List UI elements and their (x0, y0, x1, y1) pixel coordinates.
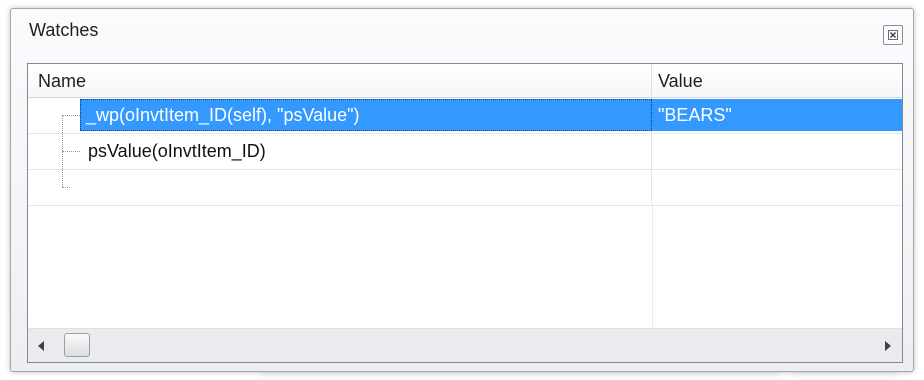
titlebar: Watches (11, 9, 913, 45)
watch-value-cell[interactable] (652, 134, 902, 169)
close-icon (888, 30, 898, 40)
scroll-left-arrow-icon (38, 341, 44, 351)
watch-value-cell[interactable]: "BEARS" (652, 99, 902, 131)
scroll-right-arrow-icon (885, 341, 891, 351)
watch-name-cell[interactable] (28, 170, 652, 205)
watch-rows: _wp(oInvtItem_ID(self), "psValue") "BEAR… (28, 98, 902, 360)
watch-expression[interactable]: psValue(oInvtItem_ID) (88, 134, 266, 168)
scroll-right-button[interactable] (874, 329, 902, 362)
scroll-track[interactable] (56, 329, 874, 362)
horizontal-scrollbar[interactable] (28, 328, 902, 362)
scroll-left-button[interactable] (28, 329, 56, 362)
watch-expression[interactable]: _wp(oInvtItem_ID(self), "psValue") (86, 98, 360, 132)
watch-list: Name Value _wp(oInvtItem_ID(self), "psVa… (27, 63, 903, 363)
column-header-name[interactable]: Name (28, 64, 652, 98)
watch-row[interactable]: psValue(oInvtItem_ID) (28, 134, 902, 170)
scroll-thumb[interactable] (64, 333, 90, 357)
window-title: Watches (29, 20, 99, 40)
list-header: Name Value (28, 64, 902, 98)
watch-row-empty[interactable] (28, 170, 902, 206)
watch-name-cell[interactable]: psValue(oInvtItem_ID) (28, 134, 652, 169)
close-button[interactable] (883, 25, 903, 45)
watch-value-cell[interactable] (652, 170, 902, 205)
watch-row[interactable]: _wp(oInvtItem_ID(self), "psValue") "BEAR… (28, 98, 902, 134)
column-header-value[interactable]: Value (652, 64, 902, 98)
watches-window: Watches Name Value _wp(oInvtItem_ID(self… (10, 8, 914, 372)
watch-name-cell[interactable]: _wp(oInvtItem_ID(self), "psValue") (28, 98, 652, 133)
